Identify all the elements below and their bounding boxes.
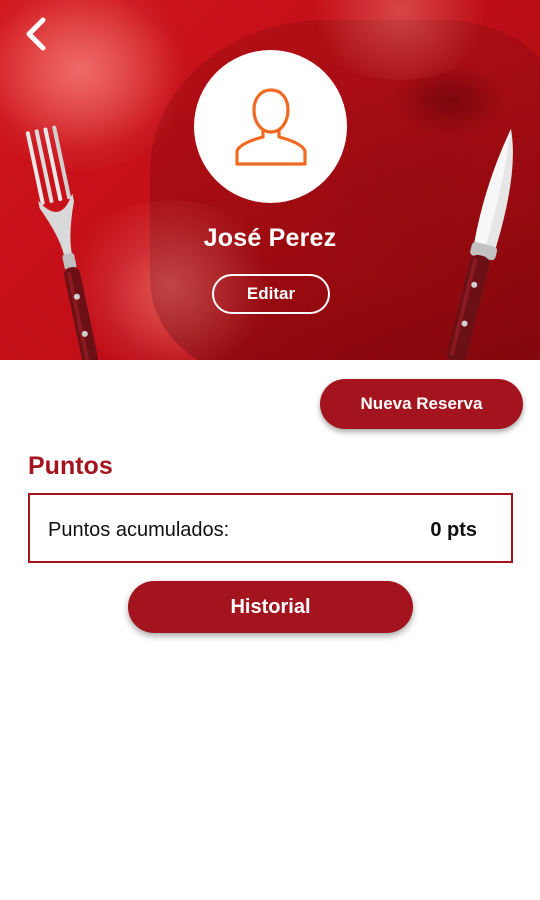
- profile-header-banner: José Perez Editar: [0, 0, 540, 360]
- user-outline-icon: [234, 87, 307, 166]
- back-button[interactable]: [12, 10, 60, 58]
- user-name: José Perez: [203, 224, 337, 252]
- history-button[interactable]: Historial: [128, 581, 413, 633]
- edit-profile-button[interactable]: Editar: [212, 274, 330, 314]
- profile-avatar: [194, 50, 347, 203]
- points-label: Puntos acumulados:: [48, 519, 230, 541]
- points-value: 0 pts: [430, 519, 477, 541]
- new-reservation-button[interactable]: Nueva Reserva: [320, 379, 523, 429]
- points-card: Puntos acumulados: 0 pts: [28, 493, 513, 563]
- points-section-title: Puntos: [28, 452, 113, 480]
- chevron-left-icon: [26, 17, 46, 51]
